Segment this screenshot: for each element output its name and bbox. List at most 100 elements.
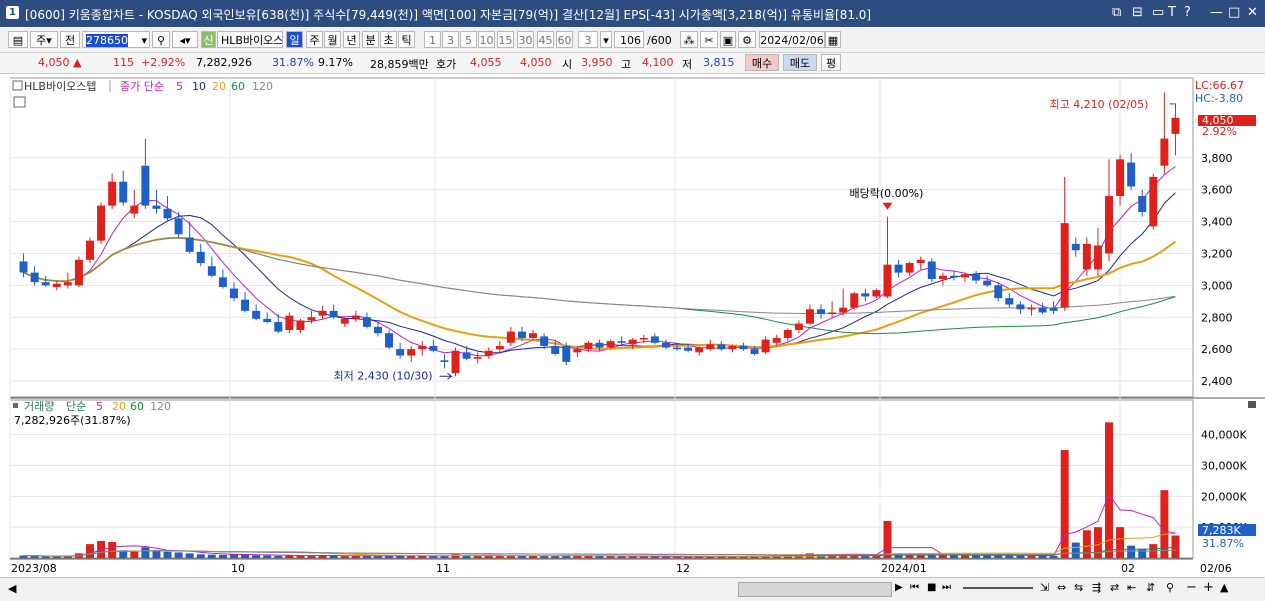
volume-y-tick: 20,000K bbox=[1201, 490, 1247, 503]
candle-body bbox=[861, 293, 870, 297]
candle-body bbox=[949, 275, 958, 278]
interval-button-0[interactable]: 1 bbox=[424, 31, 441, 48]
interval-button-4[interactable]: 15 bbox=[497, 31, 514, 48]
restore-layout-icon[interactable]: ⧉ bbox=[1112, 5, 1121, 20]
interval-dropdown-icon[interactable]: ▾ bbox=[600, 31, 612, 48]
candle-body bbox=[883, 264, 892, 297]
interval-button-5[interactable]: 30 bbox=[517, 31, 534, 48]
interval-button-2[interactable]: 5 bbox=[460, 31, 477, 48]
scroll-left-icon[interactable]: ◀ bbox=[8, 582, 16, 595]
volume-bar bbox=[1116, 527, 1125, 558]
candle-body bbox=[1171, 117, 1180, 134]
candle-body bbox=[263, 318, 272, 323]
period-tab-0[interactable]: 일 bbox=[286, 31, 303, 48]
price-y-tick: 3,400 bbox=[1201, 216, 1233, 229]
volume-bar bbox=[1127, 545, 1136, 558]
interval-button-3[interactable]: 10 bbox=[478, 31, 495, 48]
scroll-thumb[interactable] bbox=[738, 582, 892, 597]
period-tab-1[interactable]: 주 bbox=[306, 31, 323, 48]
period-tab-6[interactable]: 틱 bbox=[398, 31, 415, 48]
collapse-icon[interactable]: ▲ bbox=[1220, 581, 1228, 594]
candle-body bbox=[783, 330, 792, 338]
current-pct-tag-label: 2.92% bbox=[1202, 125, 1237, 138]
period-mode-select[interactable]: 주▾ bbox=[30, 31, 58, 48]
search-icon[interactable]: ⚲ bbox=[152, 31, 170, 48]
zoom-icon[interactable]: ⚲ bbox=[1166, 581, 1174, 594]
interval-button-8[interactable]: 3 bbox=[578, 31, 598, 48]
close-icon[interactable]: ✕ bbox=[1247, 5, 1258, 20]
all-button[interactable]: 전 bbox=[60, 31, 80, 48]
candle-body bbox=[1138, 196, 1147, 212]
buy-button[interactable]: 매수 bbox=[745, 54, 779, 71]
zoom-out-icon[interactable]: − bbox=[1186, 580, 1197, 595]
candle-body bbox=[517, 331, 526, 338]
candle-body bbox=[429, 345, 438, 351]
compress-icon[interactable]: ⇔ bbox=[1057, 581, 1066, 594]
settings-gear-icon[interactable]: ⚙ bbox=[738, 31, 756, 48]
x-axis-label: 2023/08 bbox=[11, 562, 57, 575]
speaker-icon[interactable]: ◂▾ bbox=[172, 31, 198, 48]
layout-icon[interactable]: ▤ bbox=[8, 31, 28, 48]
minimize-icon[interactable]: — bbox=[1210, 5, 1223, 20]
interval-button-1[interactable]: 3 bbox=[442, 31, 459, 48]
new-badge[interactable]: 신 bbox=[201, 31, 216, 48]
chart-scrollbar[interactable]: ◀ ▶ ⏮ ■ ⏭ ⇲ ⇔ ⇆ ⇶ ⇄ ⇤ ⇵ ⚲ − + ▲ bbox=[0, 577, 1265, 601]
candle-body bbox=[1160, 138, 1169, 166]
volume-bar bbox=[41, 556, 50, 558]
volume-bar bbox=[274, 555, 283, 558]
candle-body bbox=[606, 341, 615, 348]
interval-button-7[interactable]: 60 bbox=[556, 31, 573, 48]
scroll-right-icon[interactable]: ▶ bbox=[895, 582, 903, 593]
period-tab-3[interactable]: 년 bbox=[343, 31, 360, 48]
candle-body bbox=[30, 272, 39, 283]
price-y-tick: 3,800 bbox=[1201, 152, 1233, 165]
price-y-tick: 3,600 bbox=[1201, 184, 1233, 197]
sell-button[interactable]: 매도 bbox=[783, 54, 817, 71]
period-tab-4[interactable]: 분 bbox=[362, 31, 379, 48]
candle-body bbox=[340, 318, 349, 324]
arrows-icon[interactable]: ⇵ bbox=[1146, 581, 1155, 594]
link-icon[interactable]: ⊟ bbox=[1132, 5, 1143, 20]
font-icon[interactable]: T bbox=[1168, 5, 1176, 20]
period-tab-2[interactable]: 월 bbox=[324, 31, 341, 48]
date-input[interactable]: 2024/02/06 bbox=[759, 31, 825, 48]
stop-icon[interactable]: ■ bbox=[927, 582, 936, 593]
fast-forward-icon[interactable]: ⏭ bbox=[942, 582, 951, 593]
volume-bar bbox=[130, 551, 139, 558]
expand-icon[interactable]: ⇲ bbox=[1040, 581, 1049, 594]
scroll-icon[interactable]: ⇄ bbox=[1110, 581, 1119, 594]
indicator-icon[interactable]: ⁂ bbox=[680, 31, 698, 48]
calendar-icon[interactable]: ▦ bbox=[825, 31, 841, 48]
crosshair-icon[interactable]: ✂ bbox=[700, 31, 718, 48]
chevron-down-icon[interactable]: ▾ bbox=[141, 32, 149, 49]
volume-text: 7,282,926주(31.87%) bbox=[14, 414, 131, 427]
candle-body bbox=[385, 333, 394, 348]
hc-label: HC:-3.80 bbox=[1195, 92, 1243, 105]
fit-icon[interactable]: ⇶ bbox=[1092, 581, 1101, 594]
save-icon[interactable]: ▭ bbox=[1152, 5, 1164, 20]
volume-bar bbox=[1071, 542, 1080, 558]
period-tab-5[interactable]: 초 bbox=[380, 31, 397, 48]
interval-button-6[interactable]: 45 bbox=[537, 31, 554, 48]
maximize-icon[interactable]: □ bbox=[1228, 5, 1240, 20]
stock-name-field[interactable]: HLB바이오스 bbox=[217, 31, 283, 48]
shrink-icon[interactable]: ⇆ bbox=[1074, 581, 1083, 594]
stock-chart[interactable]: 3,800 3,600 3,400 3,200 3,000 2,800 2,600 2,400… bbox=[0, 75, 1265, 578]
rewind-icon[interactable]: ⏮ bbox=[910, 582, 919, 593]
save-chart-icon[interactable]: ▣ bbox=[720, 31, 736, 48]
stock-code-input[interactable]: 278650 ▾ bbox=[82, 31, 150, 48]
zoom-slider-track[interactable] bbox=[963, 587, 1033, 589]
help-icon[interactable]: ? bbox=[1184, 5, 1191, 20]
candle-body bbox=[673, 347, 682, 350]
candle-body bbox=[440, 360, 449, 362]
count-input[interactable]: 106 bbox=[614, 31, 644, 48]
volume-bar bbox=[1138, 548, 1147, 558]
average-button[interactable]: 평 bbox=[821, 54, 841, 71]
candle-body bbox=[1005, 298, 1014, 305]
volume-bar bbox=[1093, 527, 1102, 558]
price-change: 115 bbox=[113, 56, 134, 69]
zoom-in-icon[interactable]: + bbox=[1203, 580, 1214, 595]
candle-body bbox=[650, 336, 659, 343]
reset-icon[interactable]: ⇤ bbox=[1127, 581, 1136, 594]
candle-body bbox=[506, 331, 515, 343]
